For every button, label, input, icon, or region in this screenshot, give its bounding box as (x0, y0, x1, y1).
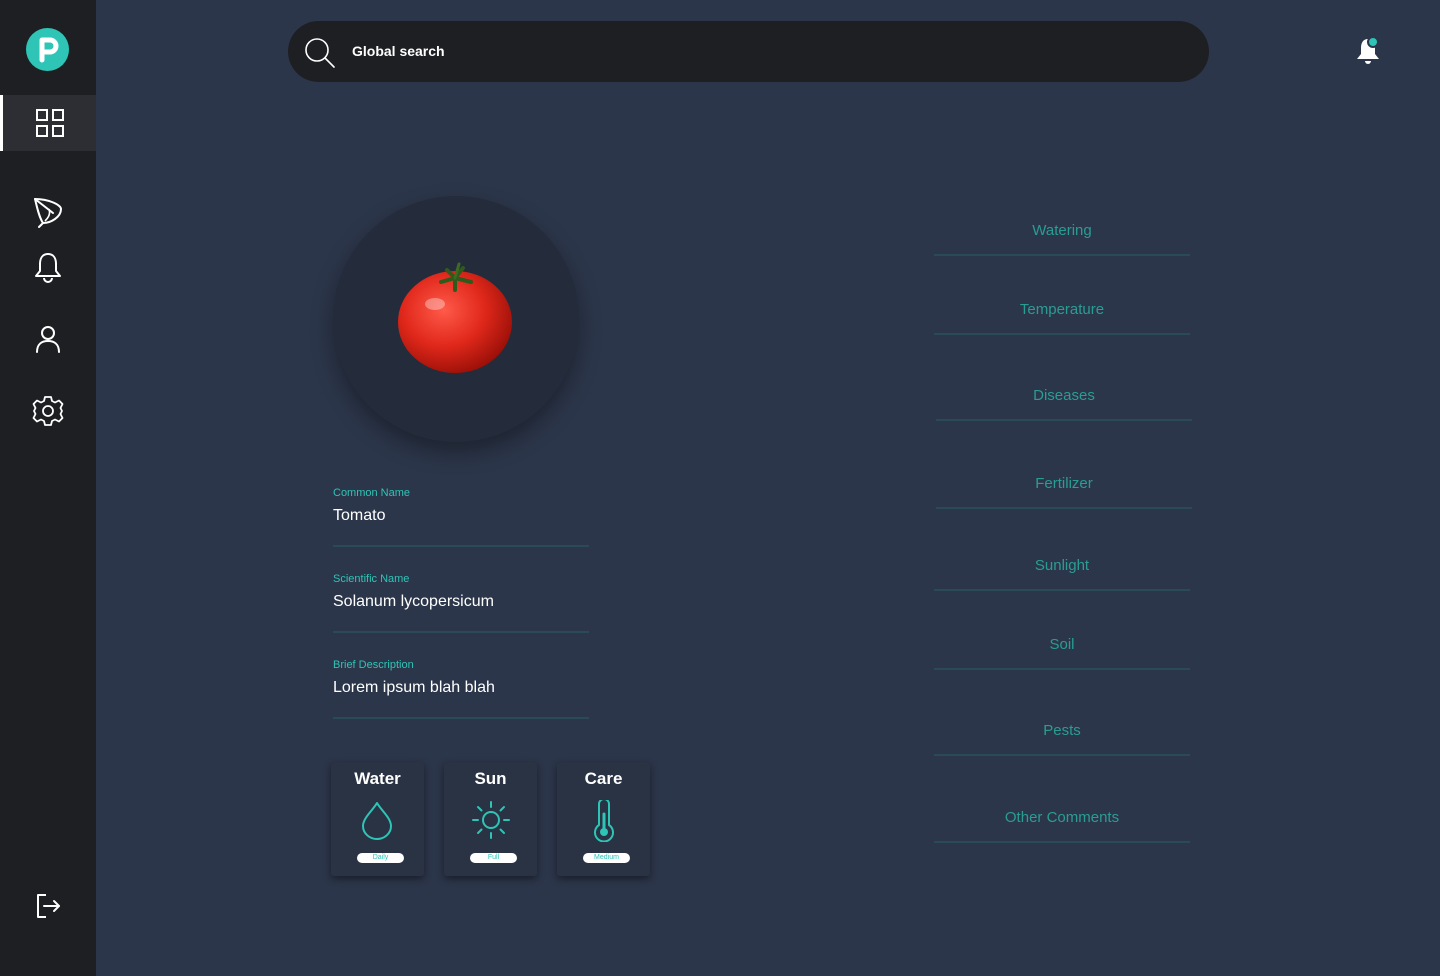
description-value: Lorem ipsum blah blah (333, 679, 495, 696)
section-sunlight[interactable]: Sunlight (934, 551, 1190, 591)
scientific-name-value: Solanum lycopersicum (333, 593, 494, 610)
section-pests-label: Pests (1043, 722, 1081, 739)
section-other-comments-label: Other Comments (1004, 809, 1120, 826)
plant-image-frame (333, 196, 579, 442)
scientific-name-label: Scientific Name (333, 573, 410, 585)
section-temperature[interactable]: Temperature (934, 295, 1190, 335)
section-diseases-label: Diseases (1033, 387, 1095, 404)
unread-indicator (1367, 36, 1379, 48)
sidebar-item-dashboard[interactable] (0, 95, 96, 151)
section-fertilizer[interactable]: Fertilizer (936, 469, 1192, 509)
logout-icon (37, 894, 60, 918)
grid-icon (35, 109, 64, 137)
section-soil[interactable]: Soil (934, 630, 1190, 670)
section-diseases[interactable]: Diseases (936, 381, 1192, 421)
care-card[interactable]: Care Medium (557, 762, 650, 876)
sidebar-item-notifications[interactable] (0, 239, 96, 295)
section-soil-label: Soil (1049, 636, 1075, 653)
description-label: Brief Description (333, 659, 414, 671)
care-card-title: Care (584, 769, 623, 788)
sidebar (0, 0, 96, 976)
leaf-icon (34, 198, 62, 228)
water-card[interactable]: Water Daily (331, 762, 424, 876)
tomato-image (398, 262, 512, 373)
sun-icon (472, 801, 510, 839)
sun-card-title: Sun (474, 769, 507, 788)
sidebar-item-settings[interactable] (0, 383, 96, 439)
search-icon[interactable] (304, 37, 336, 69)
common-name-label: Common Name (333, 487, 411, 499)
water-card-title: Water (354, 769, 401, 788)
section-pests[interactable]: Pests (934, 716, 1190, 756)
description-field: Brief Description Lorem ipsum blah blah (333, 659, 589, 719)
water-level-badge: Daily (357, 853, 404, 863)
section-fertilizer-label: Fertilizer (1035, 475, 1093, 492)
search-input[interactable] (352, 35, 1172, 67)
sidebar-item-profile[interactable] (0, 311, 96, 367)
sun-level-badge: Full (470, 853, 517, 863)
sidebar-item-logout[interactable] (0, 878, 96, 934)
user-icon (36, 326, 60, 353)
scientific-name-field: Scientific Name Solanum lycopersicum (333, 573, 589, 633)
app-logo[interactable] (26, 28, 69, 71)
common-name-field: Common Name Tomato (333, 487, 589, 547)
care-level-badge: Medium (583, 853, 630, 863)
water-drop-icon (362, 802, 392, 840)
sun-card[interactable]: Sun Full (444, 762, 537, 876)
thermometer-icon (594, 800, 614, 842)
section-sunlight-label: Sunlight (1034, 557, 1090, 574)
bell-icon (35, 253, 61, 283)
logo-p-icon (39, 37, 59, 63)
global-search-bar (288, 21, 1209, 82)
section-other-comments[interactable]: Other Comments (934, 803, 1190, 843)
section-watering-label: Watering (1032, 222, 1092, 239)
section-watering[interactable]: Watering (934, 216, 1190, 256)
section-temperature-label: Temperature (1019, 301, 1105, 318)
common-name-value: Tomato (333, 507, 386, 524)
sidebar-item-plants[interactable] (0, 184, 96, 240)
gear-icon (32, 396, 64, 426)
